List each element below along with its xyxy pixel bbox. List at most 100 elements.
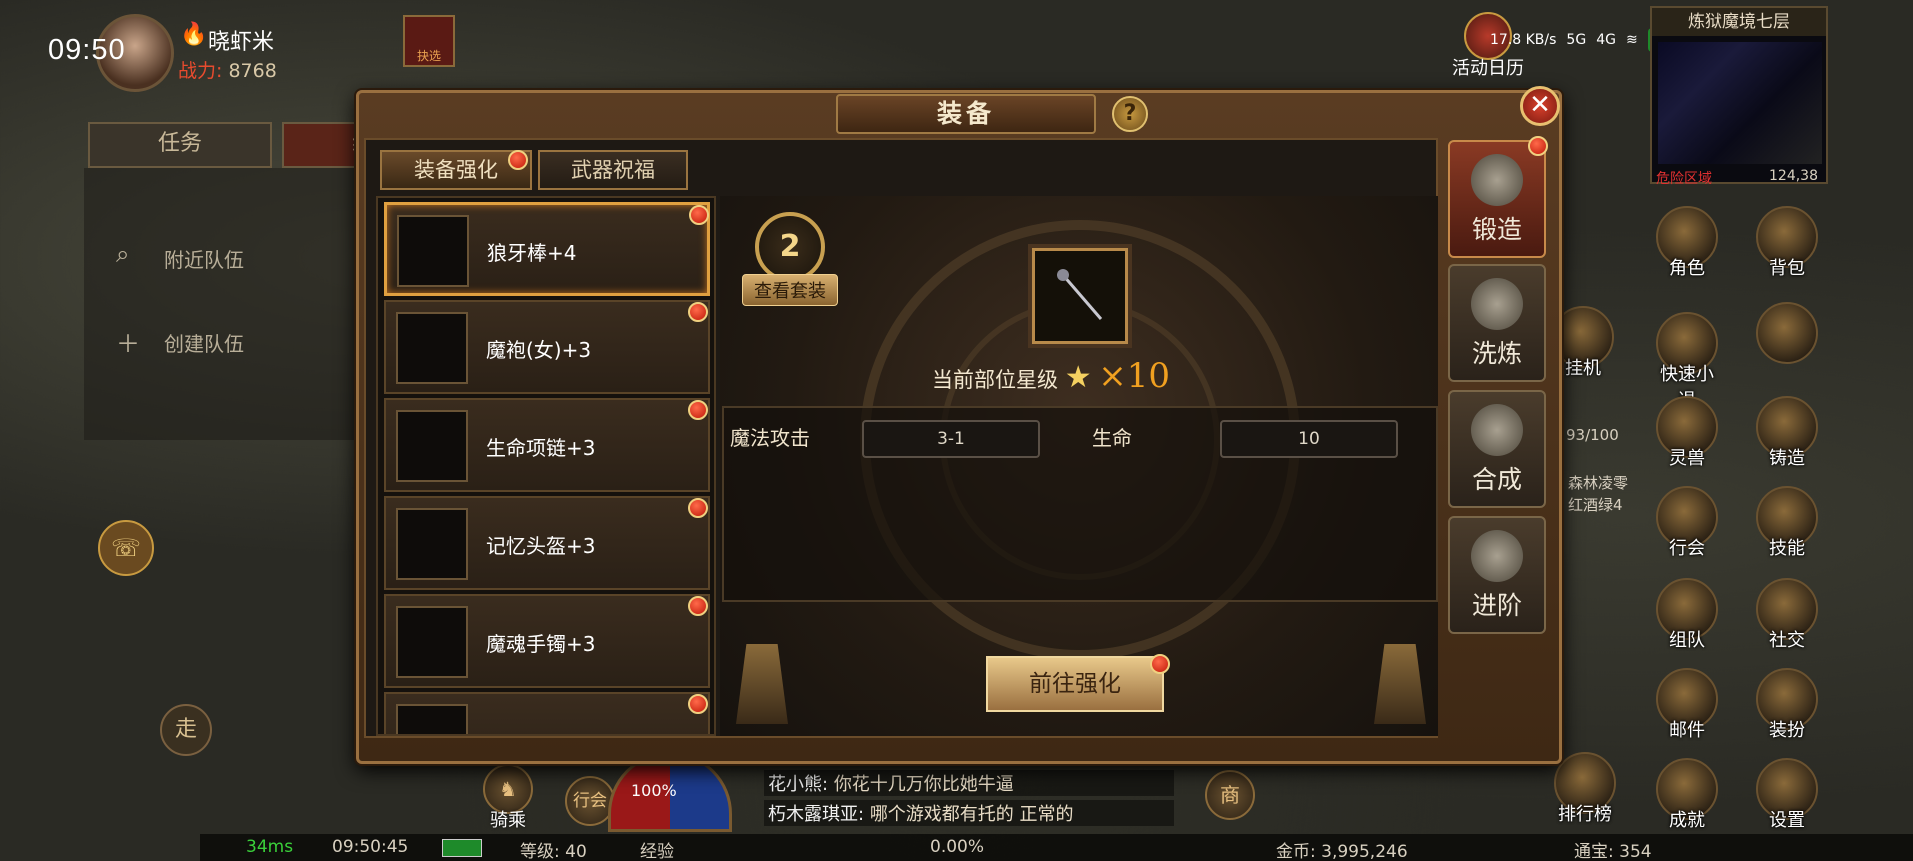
stat-label: 生命 xyxy=(1092,426,1132,450)
mail-button[interactable]: 邮件 xyxy=(1652,668,1722,760)
star-level-label: 当前部位星级 xyxy=(932,368,1058,392)
cross-icon xyxy=(1756,302,1818,364)
star-count: ×10 xyxy=(1098,356,1171,396)
skill-button[interactable]: 技能 xyxy=(1752,486,1822,578)
dress-button[interactable]: 装扮 xyxy=(1752,668,1822,760)
team-button[interactable]: 组队 xyxy=(1652,578,1722,670)
notification-dot xyxy=(689,205,709,225)
list-item[interactable]: 魔袍(女)+3 xyxy=(384,300,710,394)
battery-icon xyxy=(442,839,482,857)
stat-value: 10 xyxy=(1220,420,1398,458)
helmet-icon xyxy=(396,508,468,580)
close-button[interactable]: ✕ xyxy=(1520,86,1560,126)
view-set-button[interactable]: 2 查看套装 xyxy=(742,212,838,312)
create-team-button[interactable]: ＋ 创建队伍 xyxy=(116,328,244,358)
voice-chat-icon[interactable]: ☏ xyxy=(98,520,154,576)
ping: 34ms xyxy=(246,837,294,857)
anvil-icon xyxy=(1471,154,1523,206)
map-coords: 124,38 xyxy=(1769,168,1818,184)
hp-percent: 100% xyxy=(631,781,677,800)
map-title: 炼狱魔境七层 xyxy=(1652,8,1826,36)
power-value: 8768 xyxy=(228,60,277,82)
net-type-2: 4G xyxy=(1596,32,1616,48)
side-tab-refine[interactable]: 洗炼 xyxy=(1448,264,1546,382)
side-tab-advance[interactable]: 进阶 xyxy=(1448,516,1546,634)
walk-toggle[interactable]: 走 xyxy=(160,704,212,756)
tab-quest[interactable]: 任务 xyxy=(88,122,272,168)
character-button[interactable]: 角色 xyxy=(1652,206,1722,298)
list-item[interactable]: 魔魂手镯+3 xyxy=(384,594,710,688)
forge-button[interactable]: 铸造 xyxy=(1752,396,1822,488)
tab-weapon-bless[interactable]: 武器祝福 xyxy=(538,150,688,190)
target-hp: 93/100 xyxy=(1566,426,1619,444)
side-tab-forge[interactable]: 锻造 xyxy=(1448,140,1546,258)
go-enhance-button[interactable]: 前往强化 xyxy=(986,656,1164,712)
refine-icon xyxy=(1471,278,1523,330)
list-item[interactable]: 生命项链+3 xyxy=(384,398,710,492)
chat-box[interactable]: 花小熊: 你花十几万你比她牛逼 朽木露琪亚: 哪个游戏都有托的 正常的 xyxy=(764,770,1174,830)
game-clock: 09:50:45 xyxy=(332,837,409,857)
activity-label: 活动日历 xyxy=(1452,58,1524,79)
nearby-teams-button[interactable]: ⌕ 附近队伍 xyxy=(116,240,244,273)
zone-label: 危险区域 xyxy=(1656,171,1712,187)
beast-button[interactable]: 灵兽 xyxy=(1652,396,1722,488)
minimap[interactable]: 炼狱魔境七层 危险区域 124,38 xyxy=(1650,6,1828,187)
net-type-1: 5G xyxy=(1566,32,1587,48)
advance-icon xyxy=(1471,530,1523,582)
nearby-teams-label: 附近队伍 xyxy=(164,248,244,272)
player-name: 晓虾米 xyxy=(208,30,275,55)
mace-icon xyxy=(397,215,469,287)
stat-label: 魔法攻击 xyxy=(730,426,810,450)
map-view[interactable] xyxy=(1658,42,1822,164)
gold-amount: 金币: 3,995,246 xyxy=(1276,842,1408,861)
help-icon[interactable]: ? xyxy=(1112,96,1148,132)
robe-icon xyxy=(396,312,468,384)
skill-badge-icon[interactable]: 抉选 xyxy=(403,15,455,67)
notification-dot xyxy=(688,596,708,616)
combat-power: 战力: 8768 xyxy=(178,56,277,83)
npc-name-1[interactable]: 森林凌零 xyxy=(1568,472,1628,493)
notification-dot xyxy=(508,150,528,170)
combine-icon xyxy=(1471,404,1523,456)
mace-icon xyxy=(1049,265,1111,327)
shop-button[interactable]: 商 xyxy=(1200,770,1260,836)
list-item[interactable]: 狼牙棒+4 xyxy=(384,202,710,296)
necklace-icon xyxy=(396,410,468,482)
item-icon xyxy=(396,704,468,734)
social-button[interactable]: 社交 xyxy=(1752,578,1822,670)
plus-icon: ＋ xyxy=(116,330,140,358)
power-label: 战力: xyxy=(178,60,223,82)
notification-dot xyxy=(1150,654,1170,674)
notification-dot xyxy=(688,302,708,322)
list-item[interactable] xyxy=(384,692,710,734)
rank-button[interactable]: 排行榜 xyxy=(1550,752,1620,844)
search-icon: ⌕ xyxy=(116,240,130,268)
dialog-title: 装备 xyxy=(836,94,1096,134)
cross-button[interactable] xyxy=(1752,302,1822,394)
view-set-label: 查看套装 xyxy=(742,274,838,306)
notification-dot xyxy=(688,498,708,518)
wifi-icon: ≋ xyxy=(1625,32,1638,48)
side-tab-combine[interactable]: 合成 xyxy=(1448,390,1546,508)
system-clock: 09:50 xyxy=(48,34,126,66)
stat-value: 3-1 xyxy=(862,420,1040,458)
notification-dot xyxy=(688,694,708,714)
ride-button[interactable]: ♞ 骑乘 xyxy=(478,764,538,831)
npc-name-2[interactable]: 红酒绿4 xyxy=(1568,494,1623,515)
player-level: 等级: 40 xyxy=(520,842,587,861)
list-item[interactable]: 记忆头盔+3 xyxy=(384,496,710,590)
bag-button[interactable]: 背包 xyxy=(1752,206,1822,298)
guild-button[interactable]: 行会 xyxy=(1652,486,1722,578)
set-count: 2 xyxy=(755,212,825,282)
exp-percent: 0.00% xyxy=(930,837,985,857)
selected-equipment-slot[interactable] xyxy=(1032,248,1128,344)
flame-icon: 🔥 xyxy=(180,22,208,47)
hp-mp-orb: 100% xyxy=(608,752,732,832)
star-icon: ★ xyxy=(1064,360,1092,395)
chat-line: 花小熊: 你花十几万你比她牛逼 xyxy=(764,770,1174,796)
net-speed: 17.8 KB/s xyxy=(1490,32,1557,48)
equipment-list[interactable]: 狼牙棒+4 魔袍(女)+3 生命项链+3 记忆头盔+3 魔魂手镯+3 xyxy=(376,196,716,736)
notification-dot xyxy=(1528,136,1548,156)
notification-dot xyxy=(688,400,708,420)
quick-exit-button[interactable]: 快速小退 xyxy=(1652,312,1722,411)
